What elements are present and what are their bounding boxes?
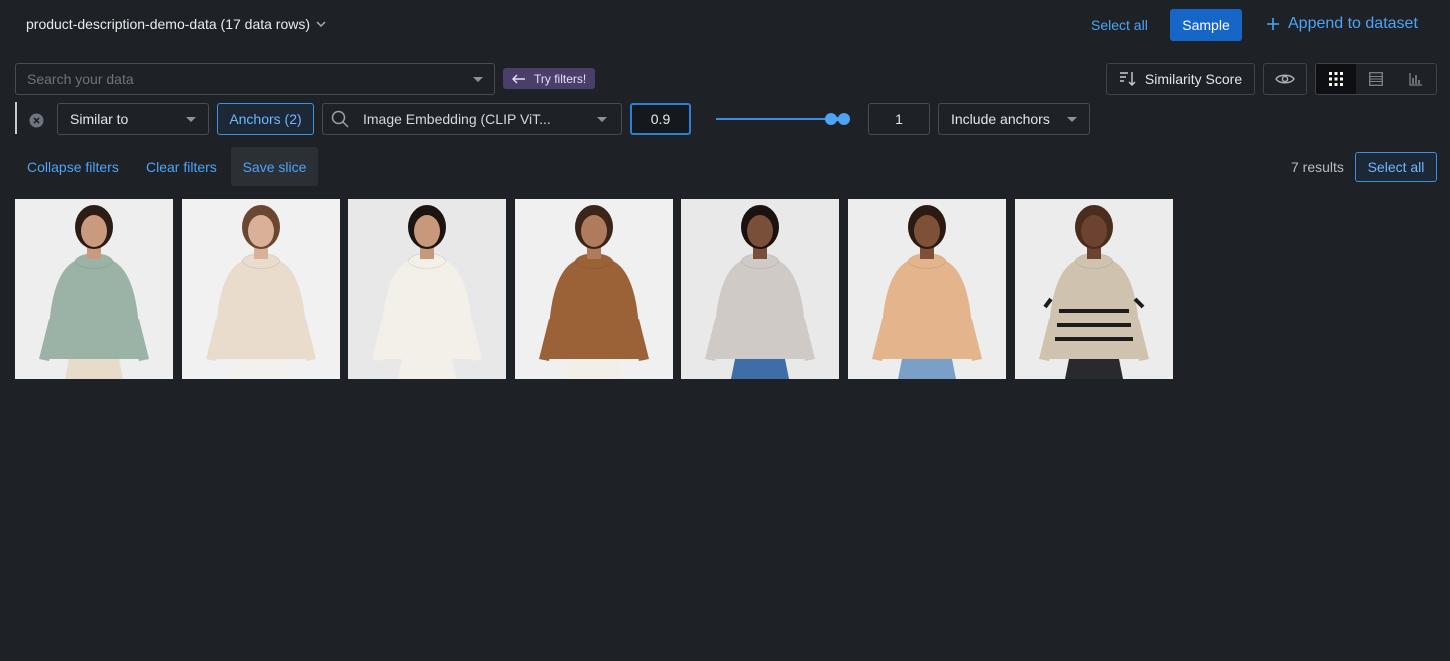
grid-view-button[interactable] [1316, 64, 1356, 94]
sort-label: Similarity Score [1144, 71, 1243, 87]
filter-operator-select[interactable]: Similar to [57, 103, 209, 135]
slider-handle-min[interactable] [825, 113, 837, 125]
list-icon [1369, 72, 1383, 86]
search-input[interactable]: Search your data [15, 63, 495, 95]
product-photo [1015, 199, 1173, 379]
visibility-toggle[interactable] [1263, 63, 1307, 95]
lower-threshold-input[interactable]: 0.9 [630, 103, 691, 135]
embedding-label: Image Embedding (CLIP ViT... [363, 111, 551, 127]
product-photo [15, 199, 173, 379]
product-photo [848, 199, 1006, 379]
arrow-left-icon [512, 74, 525, 83]
append-to-dataset-button[interactable]: Append to dataset [1266, 15, 1418, 33]
collapse-filters-button[interactable]: Collapse filters [27, 159, 119, 175]
filter-indicator-bar [15, 102, 17, 134]
chart-view-button[interactable] [1396, 64, 1436, 94]
search-placeholder: Search your data [27, 71, 134, 87]
chevron-down-icon [316, 21, 326, 27]
gallery-image[interactable] [15, 199, 173, 379]
try-filters-label: Try filters! [534, 71, 587, 86]
append-label: Append to dataset [1288, 15, 1418, 32]
eye-icon [1275, 74, 1295, 84]
dataset-selector[interactable]: product-description-demo-data (17 data r… [26, 16, 326, 32]
caret-down-icon [473, 76, 483, 82]
product-photo [182, 199, 340, 379]
sort-icon [1119, 72, 1136, 86]
sample-button[interactable]: Sample [1170, 9, 1242, 41]
caret-down-icon [186, 116, 196, 122]
plus-icon [1267, 18, 1279, 30]
gallery-image[interactable] [1015, 199, 1173, 379]
list-view-button[interactable] [1356, 64, 1396, 94]
select-all-link[interactable]: Select all [1091, 17, 1148, 33]
try-filters-hint: Try filters! [503, 68, 596, 89]
gallery-image[interactable] [515, 199, 673, 379]
view-mode-toggle [1315, 63, 1437, 95]
clear-filters-button[interactable]: Clear filters [146, 159, 217, 175]
include-anchors-label: Include anchors [951, 111, 1050, 127]
gallery-image[interactable] [848, 199, 1006, 379]
gallery-image[interactable] [348, 199, 506, 379]
caret-down-icon [1067, 116, 1077, 122]
anchors-button[interactable]: Anchors (2) [217, 103, 314, 135]
save-slice-button[interactable]: Save slice [231, 147, 318, 186]
caret-down-icon [597, 116, 607, 122]
include-anchors-select[interactable]: Include anchors [938, 103, 1090, 135]
slider-handle-max[interactable] [838, 113, 850, 125]
operator-label: Similar to [70, 111, 129, 127]
upper-threshold-input[interactable]: 1 [868, 103, 930, 135]
gallery-image[interactable] [681, 199, 839, 379]
sort-button[interactable]: Similarity Score [1106, 63, 1255, 95]
select-all-results-button[interactable]: Select all [1355, 152, 1437, 182]
remove-filter-icon[interactable] [29, 113, 44, 128]
product-photo [515, 199, 673, 379]
dataset-title: product-description-demo-data (17 data r… [26, 16, 311, 32]
grid-icon [1329, 72, 1343, 86]
product-photo [348, 199, 506, 379]
gallery-image[interactable] [182, 199, 340, 379]
product-photo [681, 199, 839, 379]
search-icon [331, 110, 349, 128]
embedding-select[interactable]: Image Embedding (CLIP ViT... [322, 103, 622, 135]
threshold-range-slider[interactable] [716, 110, 852, 128]
bar-chart-icon [1409, 73, 1422, 86]
results-count: 7 results [1291, 159, 1344, 175]
